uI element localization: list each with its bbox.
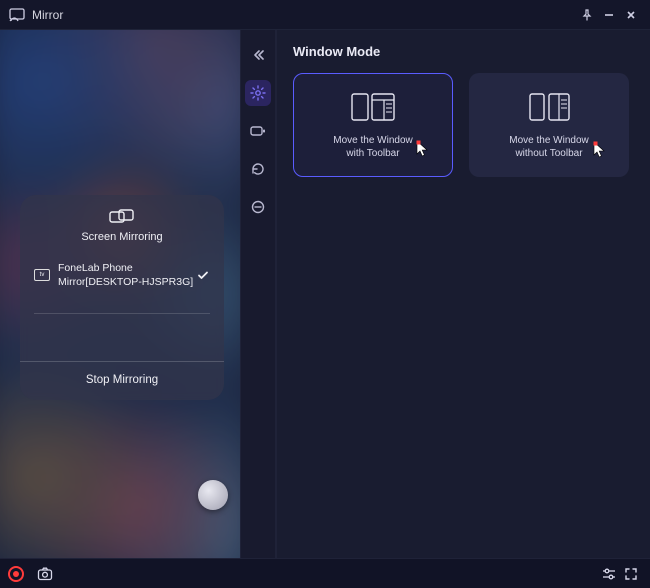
window-mode-without-toolbar[interactable]: Move the Window without Toolbar [469,73,629,177]
rail-history-button[interactable] [245,156,271,182]
record-button[interactable] [8,566,24,582]
mirroring-title: Screen Mirroring [20,231,224,243]
cursor-icon [416,140,430,158]
settings-panel: Window Mode Move the Window [276,30,650,558]
divider [34,313,210,314]
pin-button[interactable] [576,4,598,26]
window-mode-with-toolbar[interactable]: Move the Window with Toolbar [293,73,453,177]
device-name: FoneLab Phone Mirror[DESKTOP-HJSPR3G] [58,261,193,289]
fullscreen-button[interactable] [620,563,642,585]
side-rail [240,30,276,558]
mirror-device-row[interactable]: tv FoneLab Phone Mirror[DESKTOP-HJSPR3G] [20,253,224,297]
minimize-button[interactable] [598,4,620,26]
adjust-button[interactable] [598,563,620,585]
close-button[interactable] [620,4,642,26]
bottombar [0,558,650,588]
window-without-toolbar-icon [522,90,576,124]
collapse-rail-button[interactable] [245,42,271,68]
cast-icon [8,6,26,24]
stop-mirroring-button[interactable]: Stop Mirroring [20,361,224,400]
check-icon [196,268,210,282]
assistive-touch-button[interactable] [198,480,228,510]
mirroring-icon [109,209,135,227]
titlebar: Mirror [0,0,650,30]
screenshot-button[interactable] [34,563,56,585]
app-title: Mirror [32,8,63,22]
rail-battery-button[interactable] [245,118,271,144]
screen-mirroring-card: Screen Mirroring tv FoneLab Phone Mirror… [20,195,224,400]
card-label: Move the Window without Toolbar [509,134,588,161]
card-label: Move the Window with Toolbar [333,134,412,161]
mirrored-phone-pane: Screen Mirroring tv FoneLab Phone Mirror… [0,30,240,558]
window-with-toolbar-icon [346,90,400,124]
rail-settings-button[interactable] [245,80,271,106]
appletv-icon: tv [34,269,50,281]
panel-title: Window Mode [293,44,634,59]
rail-aspect-button[interactable] [245,194,271,220]
cursor-icon [593,141,607,159]
